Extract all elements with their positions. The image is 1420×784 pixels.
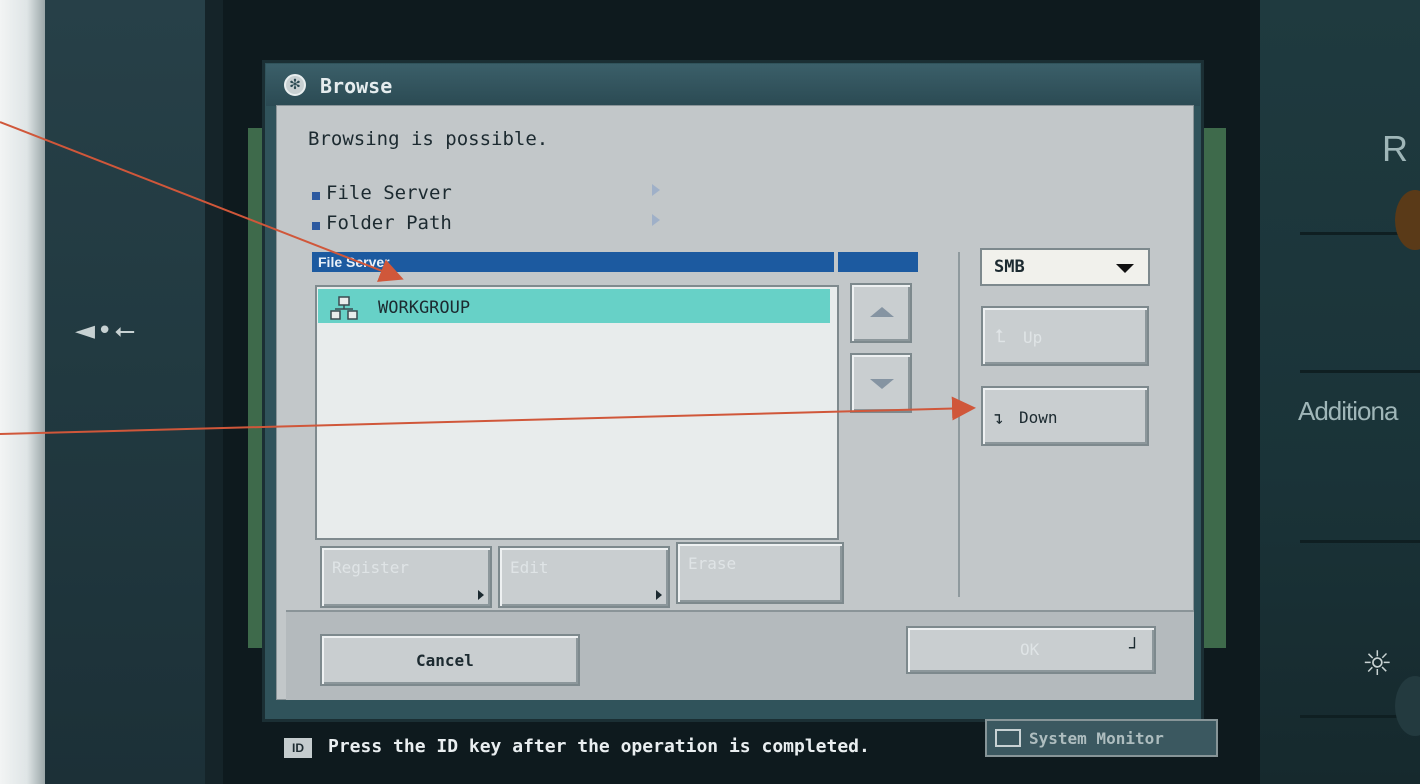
cancel-button[interactable]: Cancel [320,634,580,686]
list-header: File Server [312,252,834,272]
server-list[interactable] [315,285,839,540]
system-monitor-button[interactable]: System Monitor [985,719,1218,757]
panel-divider [1300,370,1420,373]
scroll-down-button[interactable] [850,353,912,413]
cancel-button-label: Cancel [416,651,474,670]
erase-button[interactable]: Erase [676,542,844,604]
erase-button-label: Erase [688,554,737,573]
up-button-label: Up [1023,328,1043,347]
bullet-icon [312,222,320,230]
device-panel-left [45,0,205,784]
gear-icon: ✻ [284,74,306,96]
chevron-right-icon [652,214,660,226]
down-arrow-icon: ↴ [993,408,1004,429]
protocol-select-value: SMB [994,257,1025,277]
protocol-select[interactable]: SMB [980,248,1150,286]
down-button-label: Down [1019,408,1058,427]
bullet-icon [312,192,320,200]
divider [958,252,960,597]
monitor-icon [995,729,1021,747]
id-key-badge: ID [284,738,312,758]
chevron-down-icon [1116,264,1134,273]
brightness-icon[interactable]: ☼ [1362,645,1400,683]
system-monitor-label: System Monitor [1029,729,1164,748]
status-instruction: Press the ID key after the operation is … [328,736,870,757]
usb-icon: ◄•⭠ [75,316,138,346]
arrow-down-icon [870,379,894,389]
chevron-right-icon [652,184,660,196]
corner-arrow-icon [656,590,662,600]
folder-path-label: Folder Path [326,212,452,234]
register-button-label: Register [332,558,410,577]
list-item-label: WORKGROUP [378,298,471,318]
corner-arrow-icon [478,590,484,600]
up-button[interactable]: ⮤ Up [981,306,1149,366]
panel-label: R [1382,128,1408,169]
title-bar [266,64,1200,106]
arrow-up-icon [870,307,894,317]
panel-label: Additiona [1298,396,1398,426]
device-bezel-left [0,0,45,784]
device-strip [205,0,223,784]
enter-icon: ┘ [1129,638,1140,659]
dialog-title: Browse [320,74,393,98]
list-header-cap [838,252,918,272]
screen-edge [1204,128,1226,648]
scroll-up-button[interactable] [850,283,912,343]
ok-button[interactable]: OK ┘ [906,626,1156,674]
register-button[interactable]: Register [320,546,492,608]
edit-button-label: Edit [510,558,549,577]
panel-divider [1300,540,1420,543]
down-button[interactable]: ↴ Down [981,386,1149,446]
up-arrow-icon: ⮤ [995,326,1006,347]
edit-button[interactable]: Edit [498,546,670,608]
status-message: Browsing is possible. [308,128,549,150]
ok-button-label: OK [1020,640,1040,659]
network-icon [330,296,358,320]
file-server-label: File Server [326,182,452,204]
